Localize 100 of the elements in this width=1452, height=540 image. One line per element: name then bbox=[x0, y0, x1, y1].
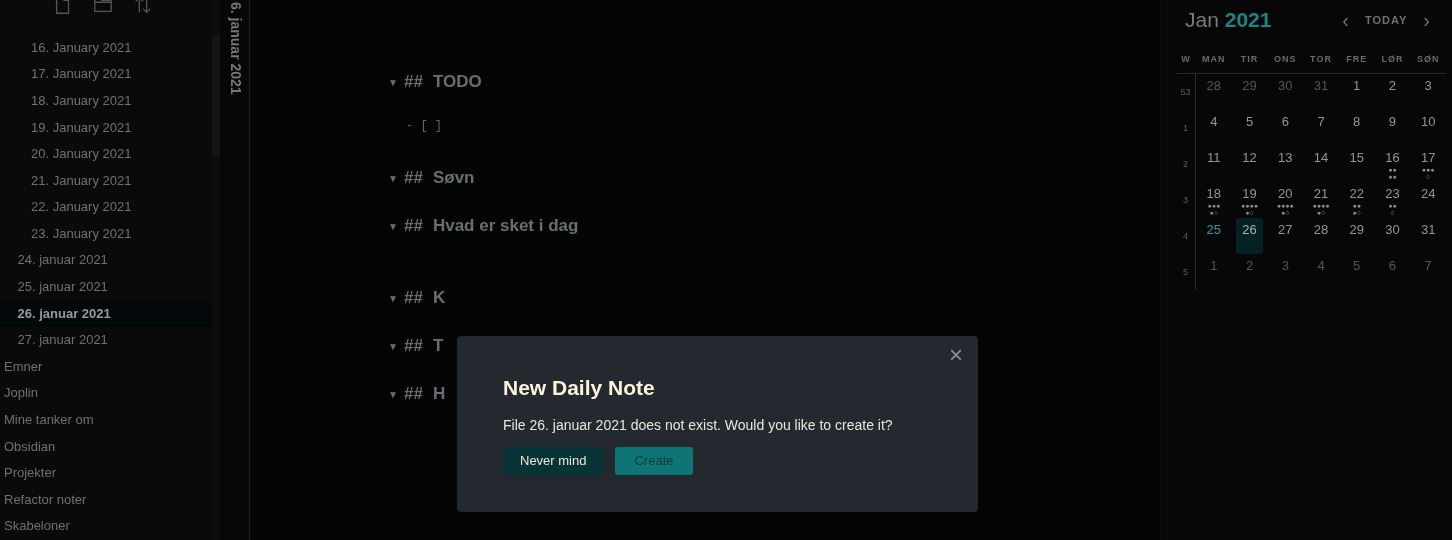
week-number: 53 bbox=[1176, 73, 1196, 110]
calendar-day[interactable]: 28 bbox=[1196, 77, 1232, 94]
calendar-day[interactable]: 21 bbox=[1303, 185, 1339, 202]
calendar-day[interactable]: 27 bbox=[1267, 221, 1304, 238]
file-tree-item[interactable]: Projekter bbox=[0, 460, 212, 487]
today-button[interactable]: TODAY bbox=[1365, 11, 1408, 28]
calendar-day[interactable]: 6 bbox=[1267, 113, 1304, 130]
create-button[interactable]: Create bbox=[615, 447, 693, 475]
selected-day[interactable]: 26 bbox=[1235, 217, 1264, 254]
week-number: 2 bbox=[1176, 145, 1196, 182]
calendar-day[interactable]: 8 bbox=[1338, 113, 1375, 130]
cancel-button[interactable]: Never mind bbox=[503, 447, 604, 475]
file-tree-item[interactable]: Refactor noter bbox=[0, 486, 212, 514]
column-header: W bbox=[1176, 43, 1196, 74]
calendar-day[interactable]: 31 bbox=[1410, 221, 1446, 238]
calendar-day[interactable]: 2 bbox=[1231, 257, 1268, 274]
file-tree-item[interactable]: 17. January 2021 bbox=[0, 61, 212, 88]
calendar-day[interactable]: 5 bbox=[1338, 257, 1375, 274]
file-tree-item[interactable]: 20. January 2021 bbox=[0, 141, 212, 168]
calendar-day[interactable]: 29 bbox=[1231, 77, 1268, 94]
week-number: 5 bbox=[1176, 253, 1196, 290]
calendar-day[interactable]: 1 bbox=[1338, 77, 1375, 94]
calendar-day[interactable]: 2 bbox=[1374, 77, 1411, 94]
fold-arrow[interactable]: ▼ bbox=[388, 338, 398, 354]
calendar-day[interactable]: 12 bbox=[1231, 149, 1268, 166]
calendar-day[interactable]: 7 bbox=[1410, 257, 1446, 274]
calendar-day[interactable]: 1 bbox=[1196, 257, 1232, 274]
file-tree-item[interactable]: 22. January 2021 bbox=[0, 194, 212, 221]
calendar-day[interactable]: 28 bbox=[1303, 221, 1339, 238]
file-tree-item[interactable]: 21. January 2021 bbox=[0, 167, 212, 195]
previous-month-button[interactable]: ‹ bbox=[1342, 9, 1350, 30]
calendar-day[interactable]: 30 bbox=[1267, 77, 1304, 94]
calendar-day[interactable]: 11 bbox=[1196, 149, 1232, 166]
column-header: TIR bbox=[1231, 43, 1268, 74]
calendar-day[interactable]: 4 bbox=[1303, 257, 1339, 274]
calendar-day[interactable]: 19 bbox=[1231, 185, 1268, 202]
heading-text: Hvad er sket i dag bbox=[432, 215, 579, 238]
week-number: 3 bbox=[1176, 181, 1196, 218]
column-header: LØR bbox=[1374, 43, 1411, 74]
calendar-day[interactable]: 13 bbox=[1267, 149, 1304, 166]
next-month-button[interactable]: › bbox=[1423, 9, 1430, 30]
calendar-day[interactable]: 30 bbox=[1374, 221, 1411, 238]
calendar-day[interactable]: 3 bbox=[1267, 257, 1304, 274]
calendar-day[interactable]: 25 bbox=[1196, 221, 1232, 238]
heading-text: Søvn bbox=[432, 167, 475, 190]
file-tree-item[interactable]: Skabeloner bbox=[0, 513, 212, 540]
checkbox-markup: - [ ] bbox=[406, 119, 442, 133]
file-tree-item[interactable]: Obsidian bbox=[0, 433, 212, 461]
calendar-day[interactable]: 4 bbox=[1196, 113, 1232, 130]
column-header: TOR bbox=[1303, 43, 1339, 74]
file-tree-item[interactable]: 24. januar 2021 bbox=[0, 247, 212, 275]
calendar-day[interactable]: 15 bbox=[1338, 149, 1375, 166]
file-tree-item[interactable]: 27. januar 2021 bbox=[0, 327, 212, 354]
file-tree-item[interactable]: Emner bbox=[0, 353, 212, 381]
heading-marker: ## bbox=[404, 71, 423, 94]
heading-text: H bbox=[432, 383, 446, 406]
calendar-day[interactable]: 17 bbox=[1410, 149, 1446, 166]
file-tree-item[interactable]: Mine tanker om bbox=[0, 407, 212, 434]
heading-marker: ## bbox=[404, 287, 423, 310]
heading-marker: ## bbox=[404, 335, 423, 358]
calendar-day[interactable]: 20 bbox=[1267, 185, 1304, 202]
calendar-day[interactable]: 9 bbox=[1374, 113, 1411, 130]
file-tree-item[interactable]: 18. January 2021 bbox=[0, 87, 212, 115]
calendar-day[interactable]: 29 bbox=[1338, 221, 1375, 238]
heading-text: T bbox=[432, 335, 444, 358]
note-title[interactable]: 6. januar 2021 bbox=[220, 0, 246, 95]
calendar-day[interactable]: 7 bbox=[1303, 113, 1339, 130]
calendar-day[interactable]: 14 bbox=[1303, 149, 1339, 166]
close-button[interactable]: × bbox=[949, 343, 963, 367]
calendar-day[interactable]: 3 bbox=[1410, 77, 1446, 94]
calendar-day[interactable]: 22 bbox=[1338, 185, 1375, 202]
heading-marker: ## bbox=[404, 215, 423, 238]
calendar-day[interactable]: 16 bbox=[1374, 149, 1411, 166]
dialog-title: New Daily Note bbox=[503, 375, 656, 401]
calendar-day[interactable]: 23 bbox=[1374, 185, 1411, 202]
calendar-day[interactable]: 5 bbox=[1231, 113, 1268, 130]
calendar-day[interactable]: 6 bbox=[1374, 257, 1411, 274]
file-tree-item[interactable]: 19. January 2021 bbox=[0, 114, 212, 142]
fold-arrow[interactable]: ▼ bbox=[388, 218, 398, 234]
week-number: 1 bbox=[1176, 109, 1196, 146]
column-header: MAN bbox=[1196, 43, 1232, 74]
file-tree-item[interactable]: 26. januar 2021 bbox=[0, 300, 212, 328]
column-header: ONS bbox=[1267, 43, 1304, 74]
heading-marker: ## bbox=[404, 383, 423, 406]
heading-marker: ## bbox=[404, 167, 423, 190]
heading-text: TODO bbox=[432, 71, 482, 94]
fold-arrow[interactable]: ▼ bbox=[388, 290, 398, 306]
fold-arrow[interactable]: ▼ bbox=[388, 386, 398, 402]
file-tree-item[interactable]: 25. januar 2021 bbox=[0, 274, 212, 301]
fold-arrow[interactable]: ▼ bbox=[388, 170, 398, 186]
calendar-day[interactable]: 10 bbox=[1410, 113, 1446, 130]
calendar-day[interactable]: 31 bbox=[1303, 77, 1339, 94]
week-number: 4 bbox=[1176, 217, 1196, 254]
calendar-day[interactable]: 24 bbox=[1410, 185, 1446, 202]
fold-arrow[interactable]: ▼ bbox=[388, 74, 398, 90]
heading-text: K bbox=[432, 287, 446, 310]
file-tree-item[interactable]: Joplin bbox=[0, 380, 212, 408]
file-tree-item[interactable]: 23. January 2021 bbox=[0, 220, 212, 248]
calendar-day[interactable]: 18 bbox=[1196, 185, 1232, 202]
file-tree-item[interactable]: 16. January 2021 bbox=[0, 34, 212, 62]
